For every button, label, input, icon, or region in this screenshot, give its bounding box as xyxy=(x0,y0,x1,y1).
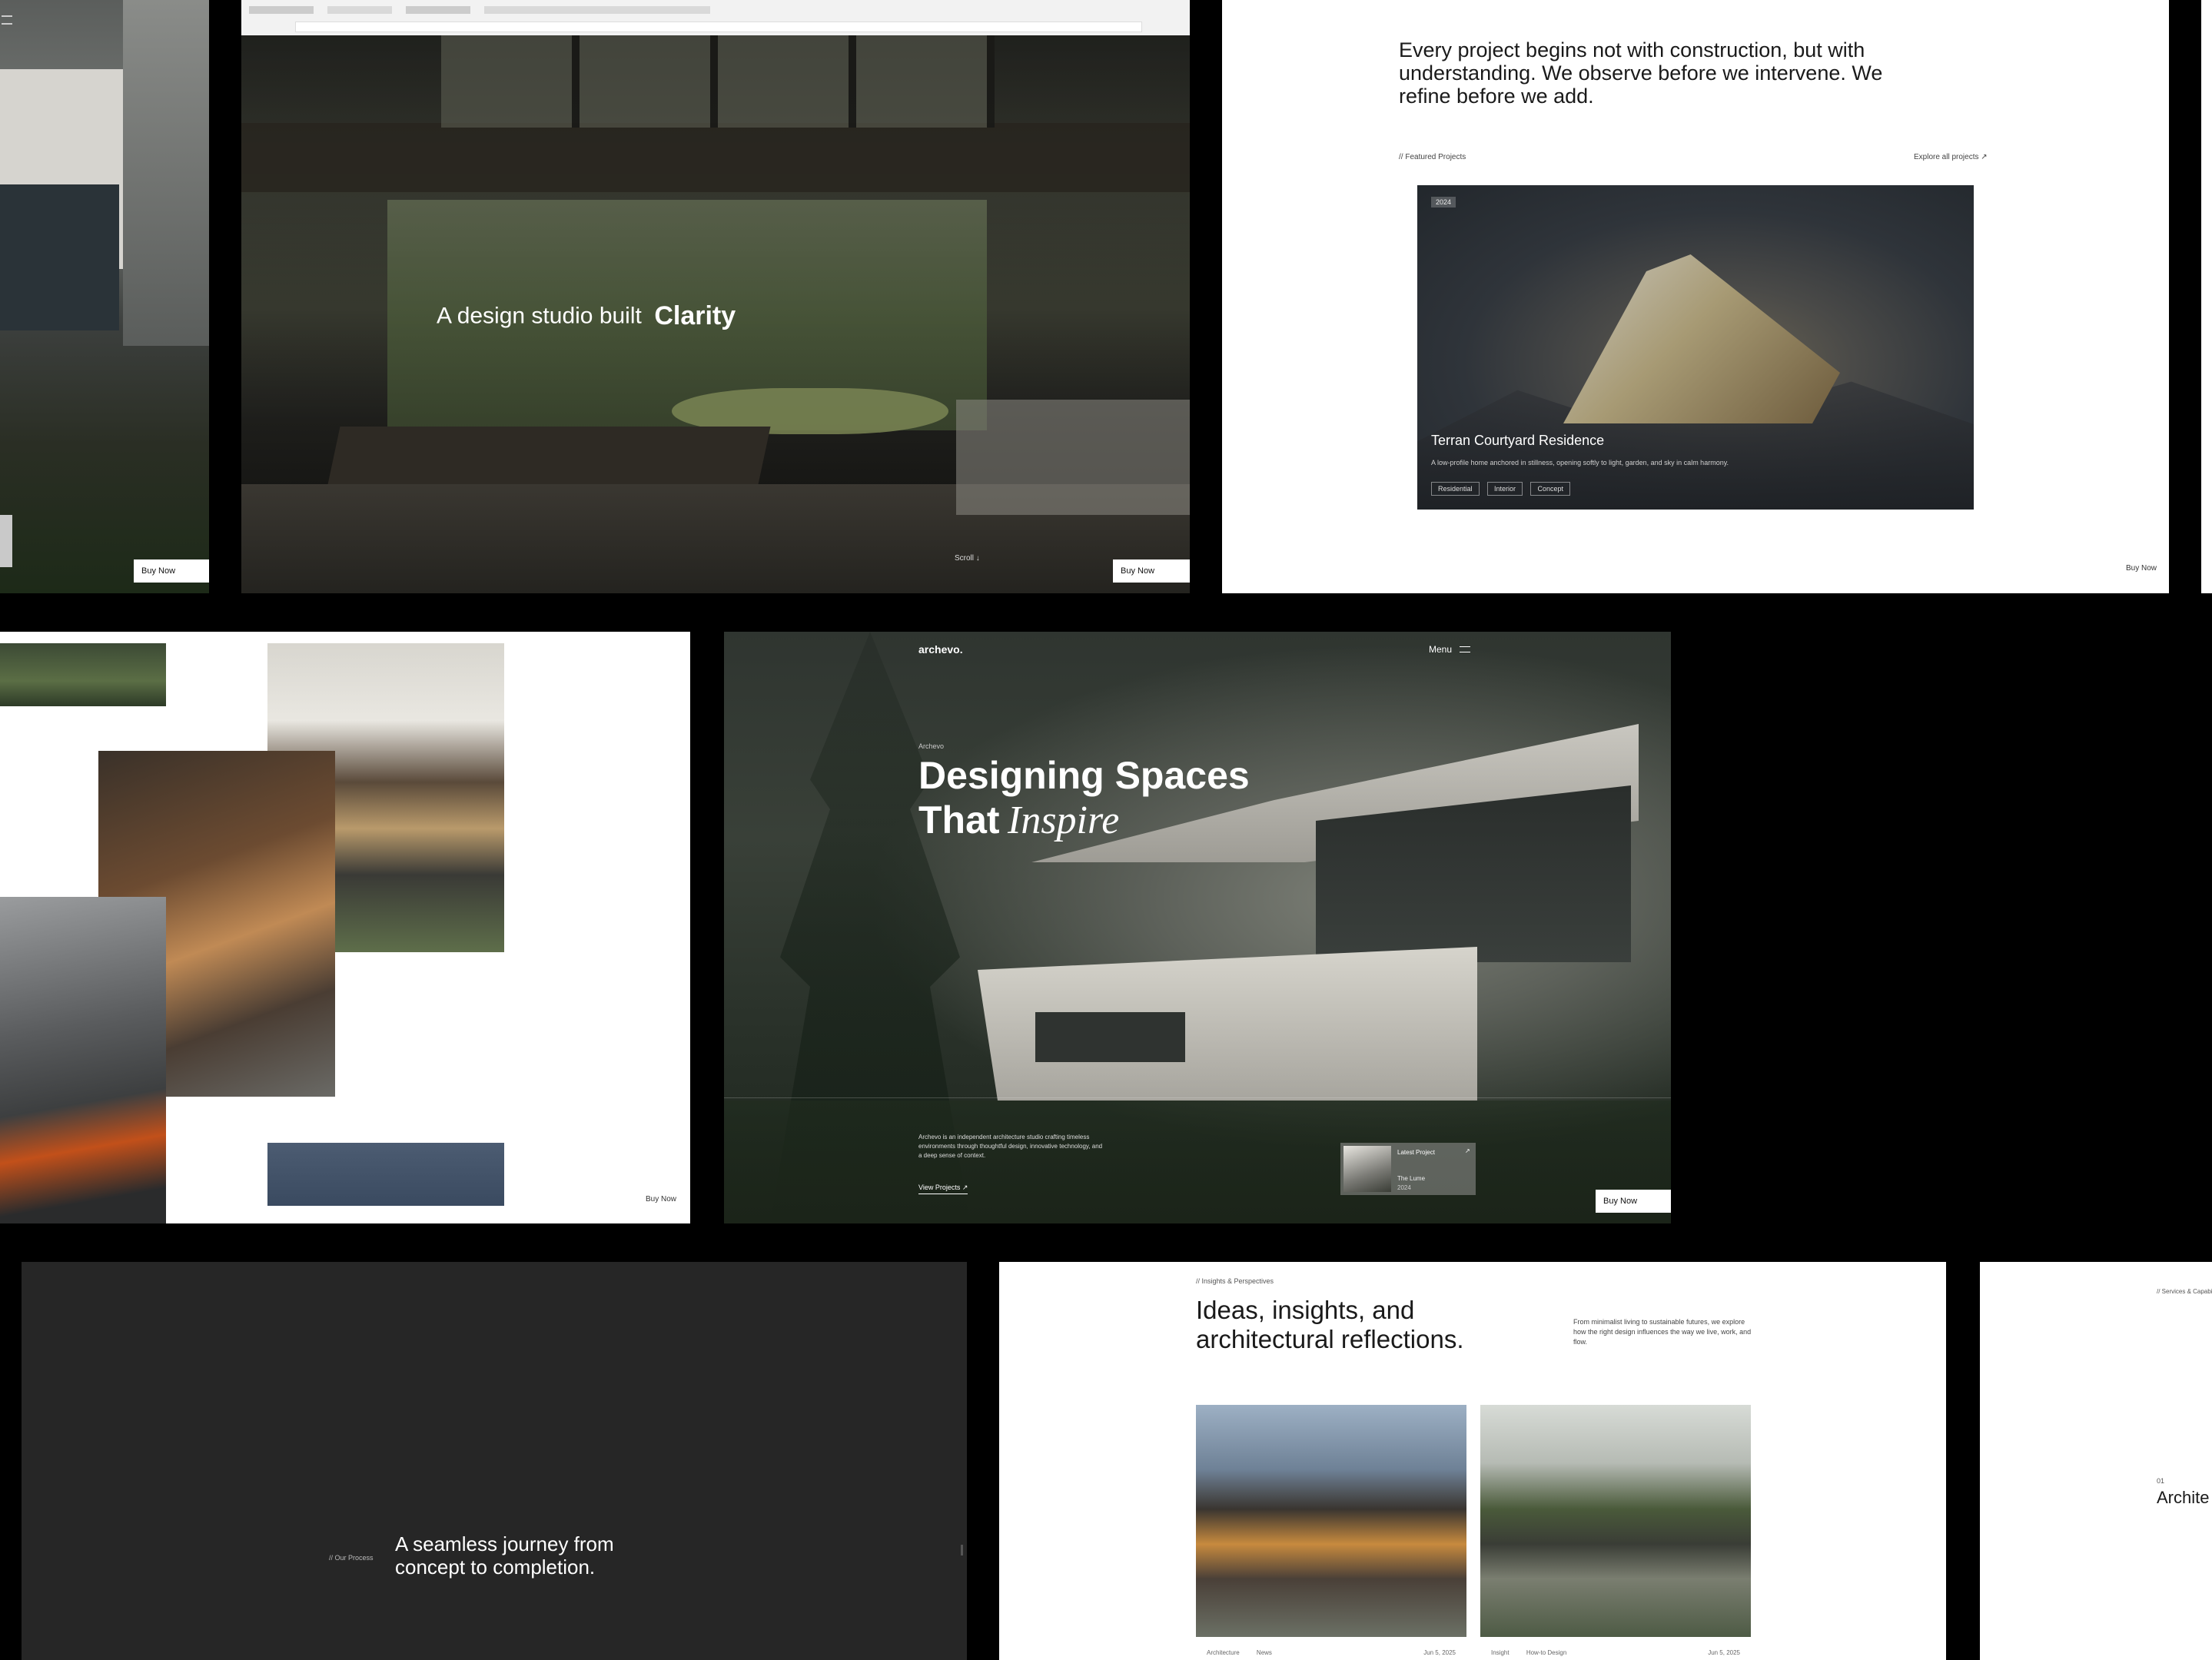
view-projects-link[interactable]: View Projects ↗ xyxy=(918,1184,968,1194)
menu-icon[interactable] xyxy=(2,15,12,25)
house-window xyxy=(0,184,119,330)
hero-headline-line2: That Inspire xyxy=(918,798,1250,852)
hero-headline: Designing Spaces That Inspire xyxy=(918,753,1250,852)
arrow-icon: ↗ xyxy=(1465,1147,1470,1154)
building-lower-window xyxy=(1035,1012,1185,1062)
panel-right-sliver-top xyxy=(2201,0,2212,593)
panel-gallery: Buy Now xyxy=(0,632,690,1223)
buy-now-link[interactable]: Buy Now xyxy=(2126,564,2157,573)
gallery-image-greenery xyxy=(0,643,166,706)
project-description: A low-profile home anchored in stillness… xyxy=(1431,459,1729,466)
buy-now-button[interactable]: Buy Now xyxy=(134,559,209,583)
project-card[interactable]: 2024 Terran Courtyard Residence A low-pr… xyxy=(1417,185,1974,510)
post-type: News xyxy=(1256,1649,1272,1656)
service-title: Archite xyxy=(2157,1488,2210,1507)
process-headline: A seamless journey from concept to compl… xyxy=(395,1532,614,1579)
latest-project-line1: The Lume xyxy=(1397,1175,1426,1182)
post-type: How-to Design xyxy=(1526,1649,1567,1656)
browser-tabs xyxy=(249,6,710,14)
gallery-image-sky xyxy=(267,1143,504,1206)
buy-now-button[interactable]: Buy Now xyxy=(1113,559,1190,583)
hero-headline-prefix: A design studio built xyxy=(437,303,642,329)
tag-residential[interactable]: Residential xyxy=(1431,482,1480,496)
latest-project-title: Latest Project xyxy=(1397,1149,1435,1156)
latest-project-line2: 2024 xyxy=(1397,1184,1411,1191)
panel-right-edge: // Services & Capabilities 01 Archite xyxy=(1980,1262,2212,1660)
dining-table xyxy=(327,427,771,488)
explore-all-link[interactable]: Explore all projects ↗ xyxy=(1914,153,1988,161)
hero-headline-emphasis: Inspire xyxy=(1008,798,1120,842)
foliage-bottom xyxy=(724,1101,1671,1223)
process-label: // Our Process xyxy=(329,1554,374,1562)
hero-headline-line2-prefix: That xyxy=(918,798,1000,842)
buy-now-link[interactable]: Buy Now xyxy=(646,1195,676,1204)
hero-description: Archevo is an independent architecture s… xyxy=(918,1134,1103,1159)
menu-button[interactable]: Menu xyxy=(1429,644,1471,655)
scroll-indicator[interactable]: Scroll ↓ xyxy=(955,554,980,563)
service-number: 01 xyxy=(2157,1477,2165,1485)
post-category: Architecture xyxy=(1207,1649,1240,1656)
tag-interior[interactable]: Interior xyxy=(1486,482,1523,496)
tag-concept[interactable]: Concept xyxy=(1530,482,1570,496)
post-card-image-1[interactable] xyxy=(1196,1405,1466,1637)
intro-text: Every project begins not with constructi… xyxy=(1399,38,1883,108)
divider-line xyxy=(724,1097,1671,1098)
hero-headline-line1: Designing Spaces xyxy=(918,754,1250,797)
gallery-image-concrete xyxy=(0,897,166,1223)
post-category: Insight xyxy=(1491,1649,1510,1656)
post-meta-1: Architecture News Jun 5, 2025 xyxy=(1207,1649,1456,1656)
panel-process: // Our Process A seamless journey from c… xyxy=(22,1262,967,1660)
post-date: Jun 5, 2025 xyxy=(1708,1649,1740,1656)
hero-headline: A design studio built Clarity xyxy=(437,301,736,331)
post-card-image-2[interactable] xyxy=(1480,1405,1751,1637)
services-label: // Services & Capabilities xyxy=(2157,1288,2212,1295)
project-badge: 2024 xyxy=(1431,197,1456,208)
house-overhang xyxy=(123,0,209,346)
menu-icon xyxy=(1460,646,1471,652)
insights-description: From minimalist living to sustainable fu… xyxy=(1573,1318,1752,1346)
window-panels xyxy=(441,35,995,128)
shell-structure xyxy=(1563,254,1840,423)
project-tags: Residential Interior Concept xyxy=(1431,481,1575,496)
address-bar[interactable] xyxy=(295,22,1142,32)
panel-main-hero: archevo. Menu Archevo Designing Spaces T… xyxy=(724,632,1671,1223)
panel-insights: // Insights & Perspectives Ideas, insigh… xyxy=(999,1262,1946,1660)
insights-headline: Ideas, insights, and architectural refle… xyxy=(1196,1296,1464,1353)
hero-eyebrow: Archevo xyxy=(918,742,945,750)
browser-bar xyxy=(241,0,1190,35)
project-title: Terran Courtyard Residence xyxy=(1431,433,1605,448)
section-label: // Featured Projects xyxy=(1399,153,1466,161)
side-scroll-handle[interactable] xyxy=(0,515,12,567)
post-meta-2: Insight How-to Design Jun 5, 2025 xyxy=(1491,1649,1740,1656)
panel-featured: Every project begins not with constructi… xyxy=(1222,0,2169,593)
panel-hero-interior: A design studio built Clarity Scroll ↓ B… xyxy=(241,0,1190,593)
panel-left-house: Buy Now xyxy=(0,0,209,593)
latest-project-thumbnail xyxy=(1343,1146,1391,1192)
buy-now-button[interactable]: Buy Now xyxy=(1596,1190,1671,1213)
scroll-dot xyxy=(961,1545,963,1555)
post-date: Jun 5, 2025 xyxy=(1423,1649,1456,1656)
hero-headline-emphasis: Clarity xyxy=(654,301,736,330)
latest-project-card[interactable]: Latest Project ↗ The Lume 2024 xyxy=(1340,1143,1476,1195)
insights-eyebrow: // Insights & Perspectives xyxy=(1196,1277,1274,1285)
sofa xyxy=(956,400,1190,515)
site-logo[interactable]: archevo. xyxy=(918,643,963,656)
menu-label: Menu xyxy=(1429,644,1453,655)
ceiling-beam xyxy=(241,123,1190,192)
